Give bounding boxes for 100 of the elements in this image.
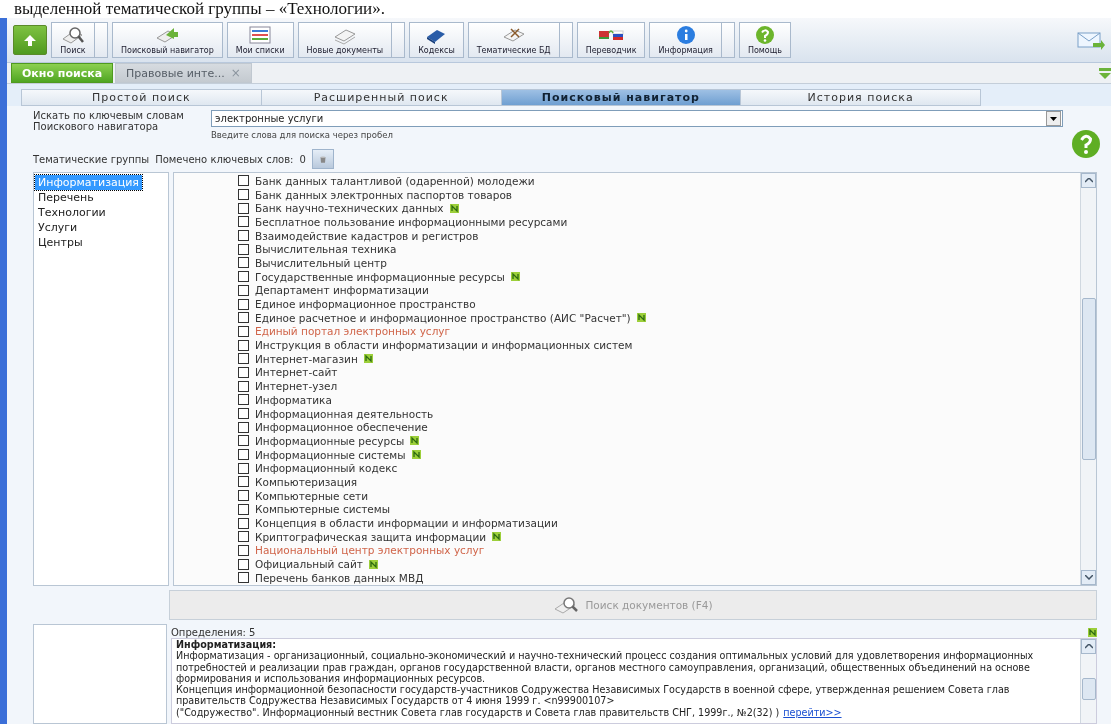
- checkbox[interactable]: [238, 175, 249, 187]
- checkbox[interactable]: [238, 312, 249, 324]
- keyword-item[interactable]: Информационные ресурсы: [255, 434, 405, 447]
- checkbox[interactable]: [238, 558, 249, 570]
- keyword-item[interactable]: Бесплатное пользование информационными ресурсами: [255, 215, 568, 228]
- keyword-combobox[interactable]: электронные услуги: [211, 110, 1063, 127]
- toolbar-button[interactable]: Переводчик: [576, 22, 646, 58]
- toolbar-button[interactable]: Помощь: [738, 22, 791, 58]
- keyword-item[interactable]: Компьютерные системы: [255, 503, 391, 516]
- scrollbar-thumb[interactable]: [1081, 298, 1096, 460]
- keyword-item[interactable]: Концепция в области информации и информатизации: [255, 517, 558, 530]
- checkbox[interactable]: [238, 339, 249, 351]
- group-item[interactable]: Услуги: [35, 220, 81, 235]
- checkbox[interactable]: [238, 517, 249, 529]
- checkbox[interactable]: [238, 572, 249, 584]
- checkbox[interactable]: [238, 408, 249, 420]
- search-tab[interactable]: История поиска: [740, 89, 981, 106]
- checkbox[interactable]: [238, 476, 249, 488]
- clear-button[interactable]: [311, 149, 334, 169]
- keyword-item[interactable]: Криптографическая защита информации: [255, 530, 487, 543]
- checkbox[interactable]: [238, 325, 249, 337]
- keyword-item[interactable]: Единое информационное пространство: [255, 298, 476, 311]
- toolbar-button[interactable]: Поиск: [51, 22, 95, 58]
- checkbox[interactable]: [238, 230, 249, 242]
- group-item[interactable]: Центры: [35, 235, 86, 250]
- keyword-item[interactable]: Единое расчетное и информационное пространство (АИС "Расчет"): [255, 311, 631, 324]
- checkbox[interactable]: [238, 531, 249, 543]
- keyword-item[interactable]: Вычислительная техника: [255, 243, 397, 256]
- marked-count: 0: [299, 153, 306, 165]
- definition-text: Концепция информационной безопасности государств-участников Содружества Независимых Государств в военной сфере, утвержденная решением Совета глав правительств Содружества Независимых Государств от 4 июня 1999 г. <n99900107>: [176, 684, 1011, 707]
- checkbox[interactable]: [238, 202, 249, 214]
- search-tab[interactable]: Поисковый навигатор: [500, 89, 741, 106]
- keyword-item[interactable]: Интернет-сайт: [255, 366, 338, 379]
- keyword-item[interactable]: Официальный сайт: [255, 558, 363, 571]
- checkbox[interactable]: [238, 421, 249, 433]
- checkbox[interactable]: [238, 394, 249, 406]
- keyword-item[interactable]: Информационные системы: [255, 448, 406, 461]
- definition-title: Информатизация:: [176, 639, 278, 651]
- checkbox[interactable]: [238, 353, 249, 365]
- checkbox[interactable]: [238, 284, 249, 296]
- keyword-item[interactable]: Информационный кодекс: [255, 462, 398, 475]
- definitions-count: Определения: 5: [171, 627, 256, 638]
- scrollbar[interactable]: [1080, 173, 1096, 585]
- help-icon[interactable]: [1071, 129, 1101, 159]
- keyword-item[interactable]: Банк данных талантливой (одаренной) молодежи: [255, 174, 535, 187]
- field-hint: Введите слова для поиска через пробел: [211, 130, 394, 140]
- definition-text: Информатизация - организационный, социально-экономический и научно-технический процесс создания оптимальных условий для удовлетворения информационных потребностей и реализации прав граждан, органов государственной власти, органов местного самоуправления, организаций, общественных объединений на основе формирования и использования информационных ресурсов.: [176, 650, 1035, 685]
- checkbox[interactable]: [238, 271, 249, 283]
- keyword-item[interactable]: Единый портал электронных услуг: [255, 325, 451, 338]
- scrollbar[interactable]: [1080, 639, 1096, 723]
- window-tab[interactable]: Правовые инте... ×: [115, 63, 252, 83]
- checkbox[interactable]: [238, 189, 249, 201]
- group-item[interactable]: Перечень: [35, 190, 97, 205]
- checkbox[interactable]: [238, 490, 249, 502]
- keyword-item[interactable]: Государственные информационные ресурсы: [255, 270, 505, 283]
- checkbox[interactable]: [238, 544, 249, 556]
- checkbox[interactable]: [238, 503, 249, 515]
- group-item[interactable]: Технологии: [35, 205, 109, 220]
- toolbar-button[interactable]: Поисковый навигатор: [112, 22, 223, 58]
- keyword-item[interactable]: Интернет-магазин: [255, 352, 358, 365]
- checkbox[interactable]: [238, 298, 249, 310]
- checkbox[interactable]: [238, 435, 249, 447]
- keyword-item[interactable]: Информационная деятельность: [255, 407, 434, 420]
- toolbar-button[interactable]: Новые документы: [297, 22, 393, 58]
- list-icon: [247, 25, 274, 45]
- keyword-item[interactable]: Компьютерные сети: [255, 489, 369, 502]
- keyword-item[interactable]: Вычислительный центр: [255, 256, 387, 269]
- up-arrow-icon: [24, 34, 36, 46]
- keyword-item[interactable]: Перечень банков данных МВД: [255, 571, 424, 584]
- checkbox[interactable]: [238, 449, 249, 461]
- keyword-item[interactable]: Интернет-узел: [255, 380, 338, 393]
- toolbar-button[interactable]: Информация: [649, 22, 722, 58]
- document-caption: выделенной тематической группы – «Технологии».: [13, 0, 386, 18]
- checkbox[interactable]: [238, 243, 249, 255]
- keyword-item[interactable]: Банк научно-технических данных: [255, 202, 444, 215]
- toolbar-button[interactable]: Тематические БД: [467, 22, 560, 58]
- checkbox[interactable]: [238, 380, 249, 392]
- search-tab[interactable]: Простой поиск: [21, 89, 261, 106]
- toolbar-button[interactable]: Мои списки: [226, 22, 294, 58]
- keyword-item[interactable]: Информатика: [255, 393, 332, 406]
- keyword-item[interactable]: Инструкция в области информатизации и информационных систем: [255, 339, 633, 352]
- up-button[interactable]: [13, 25, 47, 55]
- keyword-item[interactable]: Национальный центр электронных услуг: [255, 544, 485, 557]
- checkbox[interactable]: [238, 216, 249, 228]
- toolbar-button[interactable]: Кодексы: [409, 22, 464, 58]
- keyword-item[interactable]: Взаимодействие кадастров и регистров: [255, 229, 479, 242]
- documents-arrow-icon: [154, 25, 181, 45]
- keyword-item[interactable]: Банк данных электронных паспортов товаров: [255, 188, 513, 201]
- search-tab[interactable]: Расширенный поиск: [260, 89, 501, 106]
- checkbox[interactable]: [238, 462, 249, 474]
- keyword-label: Искать по ключевым словам Поискового навигатора: [33, 110, 185, 134]
- keyword-item[interactable]: Информационное обеспечение: [255, 421, 428, 434]
- go-link[interactable]: перейти>>: [783, 706, 842, 718]
- keyword-item[interactable]: Компьютеризация: [255, 475, 358, 488]
- citation-text: ("Содружество". Информационный вестник Совета глав государств и Совета глав правительств СНГ, 1999г., №2(32) ): [176, 706, 780, 718]
- groups-label: Тематические группы: [33, 153, 150, 165]
- checkbox[interactable]: [238, 257, 249, 269]
- checkbox[interactable]: [238, 366, 249, 378]
- scrollbar-thumb[interactable]: [1081, 677, 1096, 700]
- keyword-item[interactable]: Департамент информатизации: [255, 284, 429, 297]
